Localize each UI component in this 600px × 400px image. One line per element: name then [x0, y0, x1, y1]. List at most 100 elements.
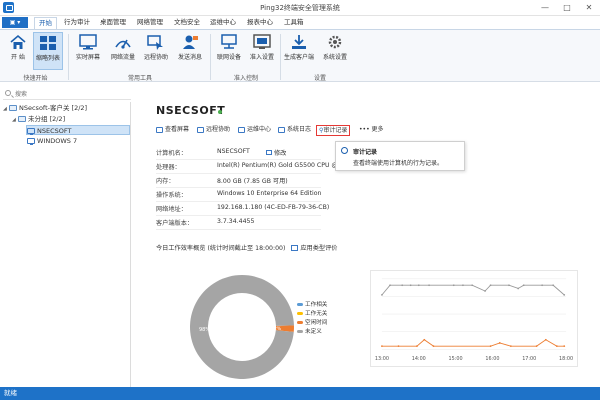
status-bar: 就绪: [0, 387, 600, 400]
system-settings-button[interactable]: 系统设置: [320, 32, 350, 70]
data-point: [563, 345, 566, 348]
data-point: [409, 284, 412, 287]
tree-host-nsecsoft[interactable]: NSECSOFT: [26, 125, 130, 135]
ribbon-group-common-tools: 常用工具: [127, 75, 152, 82]
more-icon: •••: [359, 126, 372, 133]
divider: [156, 215, 321, 216]
home-button[interactable]: 开 始: [3, 32, 33, 70]
edit-icon: [266, 150, 272, 155]
legend-swatch: [297, 321, 303, 324]
menu-bar: ▣ ▾ 开始 行为审计 桌面管理 网络管理 文档安全 运维中心 报表中心 工具箱: [0, 16, 600, 29]
x-tick-label: 17:00: [522, 356, 536, 362]
legend-item: 未定义: [297, 327, 322, 336]
network-traffic-icon: [115, 39, 131, 49]
efficiency-donut-chart: 98% 2%: [190, 275, 294, 379]
networked-devices-label: 联网设备: [216, 54, 241, 61]
x-tick-label: 15:00: [449, 356, 463, 362]
search-icon: [5, 90, 11, 96]
home-label: 开 始: [11, 54, 25, 61]
divider: [156, 229, 321, 230]
tree-host-windows7[interactable]: WINDOWS 7: [27, 136, 77, 146]
view-screen-button[interactable]: 查看屏幕: [156, 125, 189, 136]
tree-group-ungrouped[interactable]: ◢ 未分组 [2/2]: [12, 114, 65, 124]
network-traffic-button[interactable]: 网络流量: [108, 32, 138, 70]
remote-assist-action[interactable]: 远程协助: [197, 125, 230, 136]
search-box: [3, 88, 131, 100]
system-log-action[interactable]: 系统日志: [278, 125, 311, 136]
tree-root[interactable]: ◢ NSecsoft-客户关 [2/2]: [3, 103, 87, 113]
remote-assist-label: 远程协助: [143, 54, 168, 61]
app-menu-button[interactable]: ▣ ▾: [2, 17, 28, 28]
send-message-icon: [183, 35, 198, 49]
data-point: [508, 284, 510, 287]
activity-line-chart: 13:00 14:00 15:00 16:00 17:00 18:00: [370, 270, 578, 367]
data-point: [489, 284, 492, 287]
ribbon-group-quick-start: 快速开始: [23, 75, 48, 82]
tooltip-title: 审计记录: [353, 149, 378, 156]
ops-center-action[interactable]: 运维中心: [238, 125, 271, 136]
edit-name-link[interactable]: 修改: [266, 148, 286, 157]
home-icon: [10, 34, 26, 49]
data-point: [517, 287, 520, 290]
legend-item: 工作相关: [297, 300, 327, 309]
computer-icon: [27, 138, 35, 145]
networked-devices-button[interactable]: 联网设备: [214, 32, 244, 70]
tree-root-label: NSecsoft-客户关 [2/2]: [19, 104, 88, 112]
remote-icon: [197, 126, 204, 133]
tab-ops-center[interactable]: 运维中心: [206, 17, 240, 29]
tab-document-security[interactable]: 文档安全: [170, 17, 204, 29]
close-icon[interactable]: ✕: [578, 0, 600, 16]
log-icon: [278, 126, 285, 133]
donut-label-small: 2%: [274, 326, 282, 332]
divider: [156, 201, 321, 202]
app-type-rating-link[interactable]: 应用类型评价: [291, 245, 337, 252]
admission-settings-icon: [253, 34, 271, 49]
host-detail-panel: NSECSOFT 查看屏幕 远程协助 运维中心 系统日志 ⚲审计记录 ••• 更…: [132, 82, 600, 387]
realtime-screen-label: 实时屏幕: [75, 54, 100, 61]
x-tick-label: 14:00: [412, 356, 426, 362]
tree-host-label: NSECSOFT: [37, 127, 72, 135]
group-icon: [18, 116, 26, 122]
networked-devices-icon: [221, 34, 237, 49]
tab-network-management[interactable]: 网络管理: [133, 17, 167, 29]
ribbon-divider: [210, 34, 211, 80]
data-point: [389, 284, 391, 287]
tab-toolbox[interactable]: 工具箱: [280, 17, 308, 29]
search-icon: [341, 147, 348, 154]
more-button[interactable]: ••• 更多: [359, 125, 384, 136]
data-point: [555, 345, 558, 348]
search-input[interactable]: [15, 89, 125, 99]
data-point: [522, 284, 525, 287]
data-point: [484, 290, 486, 292]
legend-swatch: [297, 303, 303, 306]
legend-item: 工作无关: [297, 309, 327, 318]
window-title: Ping32终端安全管理系统: [260, 4, 340, 12]
legend-swatch: [297, 330, 303, 333]
data-point: [381, 293, 383, 296]
monitor-icon: [79, 34, 97, 50]
divider: [156, 187, 321, 188]
group-icon: [9, 105, 17, 111]
tab-behavior-audit[interactable]: 行为审计: [60, 17, 94, 29]
remote-assist-button[interactable]: 远程协助: [141, 32, 171, 70]
ribbon-group-admission-control: 准入控制: [233, 75, 258, 82]
donut-label-main: 98%: [199, 327, 210, 333]
maximize-icon[interactable]: □: [556, 0, 578, 16]
data-point: [432, 345, 435, 348]
data-point: [544, 338, 547, 341]
generate-client-button[interactable]: 生成客户端: [284, 32, 314, 70]
audit-record-button[interactable]: ⚲审计记录: [316, 125, 351, 136]
tab-report-center[interactable]: 报表中心: [243, 17, 277, 29]
realtime-screen-button[interactable]: 实时屏幕: [73, 32, 103, 70]
minimize-icon[interactable]: —: [534, 0, 556, 16]
send-message-label: 发送消息: [177, 54, 202, 61]
admission-settings-button[interactable]: 准入设置: [247, 32, 277, 70]
data-point: [452, 284, 455, 287]
tab-start[interactable]: 开始: [34, 17, 57, 29]
tab-desktop-management[interactable]: 桌面管理: [96, 17, 130, 29]
ribbon-group-settings: 设置: [313, 75, 326, 82]
thumbnail-list-button[interactable]: 缩略列表: [33, 32, 63, 70]
send-message-button[interactable]: 发送消息: [175, 32, 205, 70]
system-settings-label: 系统设置: [322, 54, 347, 61]
data-point: [489, 345, 492, 348]
